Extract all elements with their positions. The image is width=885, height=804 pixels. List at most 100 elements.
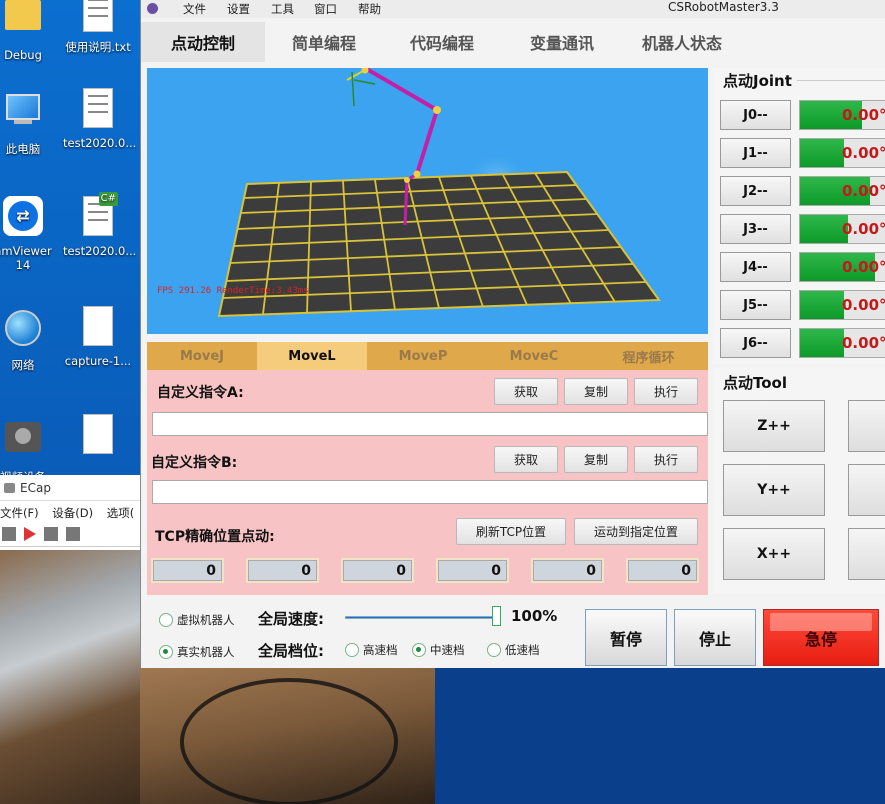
tool-x-plus-button[interactable]: X++: [723, 528, 825, 580]
tcp-value-rx[interactable]: 0: [436, 558, 509, 583]
real-robot-radio[interactable]: 真实机器人: [159, 644, 235, 660]
tab-code-programming[interactable]: 代码编程: [383, 22, 501, 62]
joint-j4-minus-button[interactable]: J4--: [720, 252, 791, 282]
joint-j1-value-bar[interactable]: 0.00°: [799, 138, 885, 168]
joint-j2-value-bar[interactable]: 0.00°: [799, 176, 885, 206]
refresh-tcp-button[interactable]: 刷新TCP位置: [456, 518, 566, 545]
play-icon[interactable]: [24, 527, 36, 541]
ecap-menu-file[interactable]: 文件(F): [0, 506, 39, 520]
custom-cmd-b-input[interactable]: [152, 480, 708, 504]
ecap-toolbar: [0, 523, 140, 547]
tab-simple-programming[interactable]: 简单编程: [265, 22, 383, 62]
tool-y-plus-button[interactable]: Y++: [723, 464, 825, 516]
joint-j2-minus-button[interactable]: J2--: [720, 176, 791, 206]
gear-high-radio[interactable]: 高速档: [345, 642, 398, 658]
pause-button[interactable]: 暂停: [585, 609, 667, 666]
cmd-a-exec-button[interactable]: 执行: [634, 378, 698, 405]
tab-movej[interactable]: MoveJ: [147, 342, 257, 370]
custom-cmd-b-label: 自定义指令B:: [151, 455, 238, 471]
camera-feed-background: [140, 668, 435, 804]
image-icon[interactable]: [66, 527, 80, 541]
virtual-robot-radio[interactable]: 虚拟机器人: [159, 612, 235, 628]
desktop-icon-network[interactable]: 网络: [0, 306, 58, 372]
desktop-icon-video-device[interactable]: 视频设备: [0, 414, 58, 484]
desktop-icon-capture[interactable]: capture-1...: [63, 306, 133, 368]
emergency-stop-button[interactable]: 急停: [763, 609, 879, 666]
text-file-icon: [83, 0, 113, 32]
screenshot-icon[interactable]: [44, 527, 58, 541]
tcp-jog-label: TCP精确位置点动:: [155, 529, 275, 545]
joint-j3-minus-button[interactable]: J3--: [720, 214, 791, 244]
tab-jog-control[interactable]: 点动控制: [141, 22, 265, 62]
joint-j5-minus-button[interactable]: J5--: [720, 290, 791, 320]
teamviewer-icon: ⇄: [3, 196, 43, 236]
desktop-icon-teamviewer[interactable]: ⇄ amViewer 14: [0, 196, 58, 272]
joint-j6-minus-button[interactable]: J6--: [720, 328, 791, 358]
desktop-icon-test-1[interactable]: test2020.0...: [63, 88, 136, 150]
joint-j0-value-bar[interactable]: 0.00°: [799, 100, 885, 130]
camera-icon: [5, 422, 41, 452]
speed-slider-track[interactable]: [345, 616, 495, 619]
move-to-position-button[interactable]: 运动到指定位置: [574, 518, 698, 545]
joint-j2-value: 0.00°: [842, 182, 885, 200]
tab-movel[interactable]: MoveL: [257, 342, 367, 370]
global-speed-label: 全局速度:: [258, 610, 324, 628]
joint-j1-minus-button[interactable]: J1--: [720, 138, 791, 168]
joint-j6-value-bar[interactable]: 0.00°: [799, 328, 885, 358]
joint-j6-fill: [800, 329, 844, 357]
tcp-value-ry[interactable]: 0: [531, 558, 604, 583]
tool-z-minus-button[interactable]: [848, 400, 885, 452]
tab-variable-comm[interactable]: 变量通讯: [501, 22, 623, 62]
gear-low-radio[interactable]: 低速档: [487, 642, 540, 658]
camera-feed: [0, 550, 140, 804]
joint-panel-title: 点动Joint: [723, 72, 792, 90]
global-gear-label: 全局档位:: [258, 642, 324, 660]
tcp-value-rz[interactable]: 0: [626, 558, 699, 583]
tool-y-minus-button[interactable]: [848, 464, 885, 516]
cmd-a-get-button[interactable]: 获取: [494, 378, 558, 405]
gear-medium-radio[interactable]: 中速档: [412, 642, 465, 658]
joint-j5-value-bar[interactable]: 0.00°: [799, 290, 885, 320]
desktop-icon-readme[interactable]: 使用说明.txt: [63, 0, 133, 54]
tab-movep[interactable]: MoveP: [367, 342, 479, 370]
tab-movec[interactable]: MoveC: [479, 342, 589, 370]
menu-settings[interactable]: 设置: [227, 1, 250, 17]
tool-panel-title: 点动Tool: [723, 374, 787, 392]
desktop-icon-debug[interactable]: Debug: [0, 0, 58, 62]
tcp-value-x[interactable]: 0: [151, 558, 224, 583]
stop-button[interactable]: 停止: [674, 609, 756, 666]
joint-j1-fill: [800, 139, 844, 167]
network-icon: [5, 310, 41, 346]
menu-window[interactable]: 窗口: [314, 1, 337, 17]
custom-cmd-a-input[interactable]: [152, 412, 708, 436]
tool-x-minus-button[interactable]: [848, 528, 885, 580]
desktop-icon-test-2[interactable]: C# test2020.0...: [63, 192, 136, 258]
joint-j0-value: 0.00°: [842, 106, 885, 124]
desktop-icon-this-pc[interactable]: 此电脑: [0, 88, 58, 156]
ecap-menubar: 文件(F) 设备(D) 选项(: [0, 501, 140, 523]
joint-j3-value-bar[interactable]: 0.00°: [799, 214, 885, 244]
fps-readout: FPS 291.26 RenderTime:3.43ms: [157, 286, 309, 296]
ecap-menu-options[interactable]: 选项(: [107, 506, 135, 520]
menu-help[interactable]: 帮助: [358, 1, 381, 17]
tab-robot-status[interactable]: 机器人状态: [623, 22, 741, 62]
cmd-b-exec-button[interactable]: 执行: [634, 446, 698, 473]
tcp-value-y[interactable]: 0: [246, 558, 319, 583]
cmd-b-copy-button[interactable]: 复制: [564, 446, 628, 473]
joint-j0-minus-button[interactable]: J0--: [720, 100, 791, 130]
camera-icon[interactable]: [2, 527, 16, 541]
joint-j5-value: 0.00°: [842, 296, 885, 314]
tab-program-loop[interactable]: 程序循环: [589, 342, 708, 370]
desktop-icon-file[interactable]: [63, 414, 133, 462]
speed-slider-handle[interactable]: [492, 606, 501, 626]
tool-z-plus-button[interactable]: Z++: [723, 400, 825, 452]
cmd-a-copy-button[interactable]: 复制: [564, 378, 628, 405]
tcp-value-z[interactable]: 0: [341, 558, 414, 583]
menu-tools[interactable]: 工具: [271, 1, 294, 17]
ecap-menu-device[interactable]: 设备(D): [52, 506, 93, 520]
menu-file[interactable]: 文件: [183, 1, 206, 17]
robot-3d-view[interactable]: FPS 291.26 RenderTime:3.43ms: [147, 68, 708, 334]
file-icon: [83, 306, 113, 346]
cmd-b-get-button[interactable]: 获取: [494, 446, 558, 473]
joint-j4-value-bar[interactable]: 0.00°: [799, 252, 885, 282]
